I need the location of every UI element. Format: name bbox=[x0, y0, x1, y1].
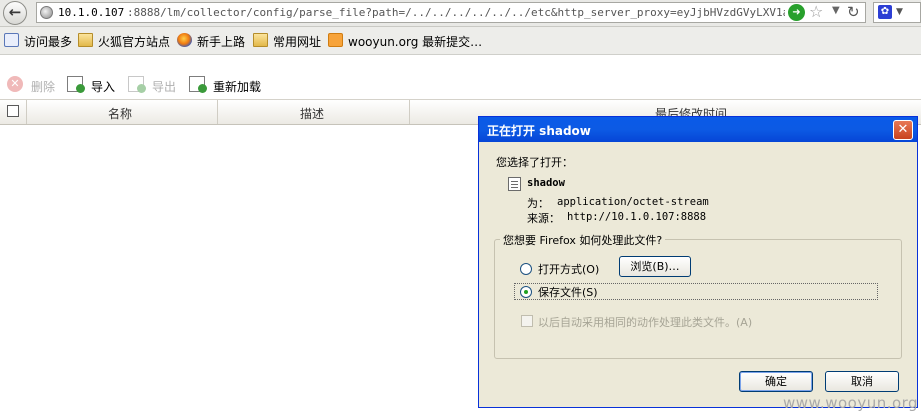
file-toolbar: ✕ 删除 导入 导出 重新加载 bbox=[0, 73, 921, 97]
bookmark-getting-started[interactable]: 新手上路 bbox=[177, 33, 249, 49]
url-dropdown-icon[interactable]: ▼ bbox=[832, 5, 840, 16]
folder-icon bbox=[253, 33, 268, 47]
delete-label: 删除 bbox=[31, 80, 56, 94]
action-question: 您想要 Firefox 如何处理此文件? bbox=[500, 232, 666, 248]
delete-button[interactable]: ✕ 删除 bbox=[7, 76, 59, 94]
bookmark-star-icon[interactable]: ☆ bbox=[809, 2, 823, 21]
watermark: www.wooyun.org bbox=[783, 394, 919, 412]
type-value: application/octet-stream bbox=[557, 196, 709, 208]
search-engine-selector[interactable]: ✿ ▼ bbox=[873, 2, 921, 23]
save-file-label: 保存文件(S) bbox=[538, 286, 598, 299]
import-button[interactable]: 导入 bbox=[67, 76, 119, 94]
column-divider bbox=[26, 100, 27, 124]
search-icon bbox=[4, 33, 19, 47]
source-value: http://10.1.0.107:8888 bbox=[567, 211, 707, 223]
auto-action-label: 以后自动采用相同的动作处理此类文件。(A) bbox=[538, 316, 753, 329]
close-icon: ✕ bbox=[897, 122, 909, 137]
export-button[interactable]: 导出 bbox=[128, 76, 180, 94]
chevron-down-icon: ▼ bbox=[896, 7, 903, 17]
import-label: 导入 bbox=[91, 80, 116, 94]
column-header-description[interactable]: 描述 bbox=[300, 105, 324, 122]
type-label: 为： bbox=[527, 197, 549, 210]
bookmark-label: 访问最多 bbox=[24, 35, 73, 49]
bookmark-firefox-site[interactable]: 火狐官方站点 bbox=[78, 33, 173, 49]
column-divider bbox=[409, 100, 410, 124]
bookmark-wooyun-latest[interactable]: wooyun.org 最新提交… bbox=[328, 33, 488, 49]
column-header-name[interactable]: 名称 bbox=[108, 105, 132, 122]
import-icon bbox=[67, 76, 85, 93]
column-divider bbox=[217, 100, 218, 124]
baidu-paw-icon: ✿ bbox=[878, 5, 892, 19]
dialog-titlebar[interactable]: 正在打开 shadow ✕ bbox=[479, 117, 917, 142]
browser-nav-bar: ← 10.1.0.107 :8888/lm/collector/config/p… bbox=[0, 0, 921, 27]
reload-button[interactable]: 重新加载 bbox=[189, 76, 269, 94]
open-with-radio[interactable] bbox=[520, 263, 532, 275]
url-path: :8888/lm/collector/config/parse_file?pat… bbox=[127, 6, 785, 19]
file-icon bbox=[508, 177, 521, 191]
bookmark-label: 火狐官方站点 bbox=[98, 35, 171, 49]
source-label: 来源： bbox=[527, 212, 560, 225]
ok-button[interactable]: 确定 bbox=[739, 371, 813, 392]
url-bar[interactable]: 10.1.0.107 :8888/lm/collector/config/par… bbox=[36, 2, 866, 23]
reload-doc-icon bbox=[189, 76, 207, 93]
dialog-title: 正在打开 shadow bbox=[487, 124, 591, 138]
bookmark-most-visited[interactable]: 访问最多 bbox=[4, 33, 74, 49]
back-button[interactable]: ← bbox=[3, 1, 27, 25]
browse-button[interactable]: 浏览(B)… bbox=[619, 256, 691, 277]
reload-icon[interactable]: ↻ bbox=[847, 3, 860, 21]
open-file-dialog: 正在打开 shadow ✕ 您选择了打开： shadow 为： applicat… bbox=[478, 116, 918, 408]
folder-icon bbox=[78, 33, 93, 47]
delete-icon: ✕ bbox=[7, 76, 23, 92]
bookmarks-bar: 访问最多 火狐官方站点 新手上路 常用网址 wooyun.org 最新提交… bbox=[0, 27, 921, 55]
close-button[interactable]: ✕ bbox=[893, 120, 913, 140]
reload-label: 重新加载 bbox=[213, 80, 262, 94]
dialog-prompt: 您选择了打开： bbox=[496, 156, 573, 169]
url-host: 10.1.0.107 bbox=[58, 6, 125, 19]
bookmark-label: wooyun.org 最新提交… bbox=[348, 35, 483, 49]
cancel-button[interactable]: 取消 bbox=[825, 371, 899, 392]
bookmark-label: 常用网址 bbox=[273, 35, 322, 49]
export-icon bbox=[128, 76, 146, 93]
go-icon[interactable]: ➜ bbox=[788, 4, 805, 21]
globe-icon bbox=[40, 6, 53, 19]
firefox-icon bbox=[177, 33, 192, 47]
back-arrow-icon: ← bbox=[8, 3, 22, 21]
rss-icon bbox=[328, 33, 343, 47]
file-name: shadow bbox=[527, 177, 565, 189]
auto-action-checkbox[interactable] bbox=[521, 315, 533, 327]
bookmark-common-sites[interactable]: 常用网址 bbox=[253, 33, 325, 49]
bookmark-label: 新手上路 bbox=[197, 35, 246, 49]
select-all-checkbox[interactable] bbox=[7, 105, 19, 117]
save-file-radio[interactable] bbox=[520, 286, 532, 298]
export-label: 导出 bbox=[152, 80, 177, 94]
open-with-label: 打开方式(O) bbox=[538, 263, 600, 276]
